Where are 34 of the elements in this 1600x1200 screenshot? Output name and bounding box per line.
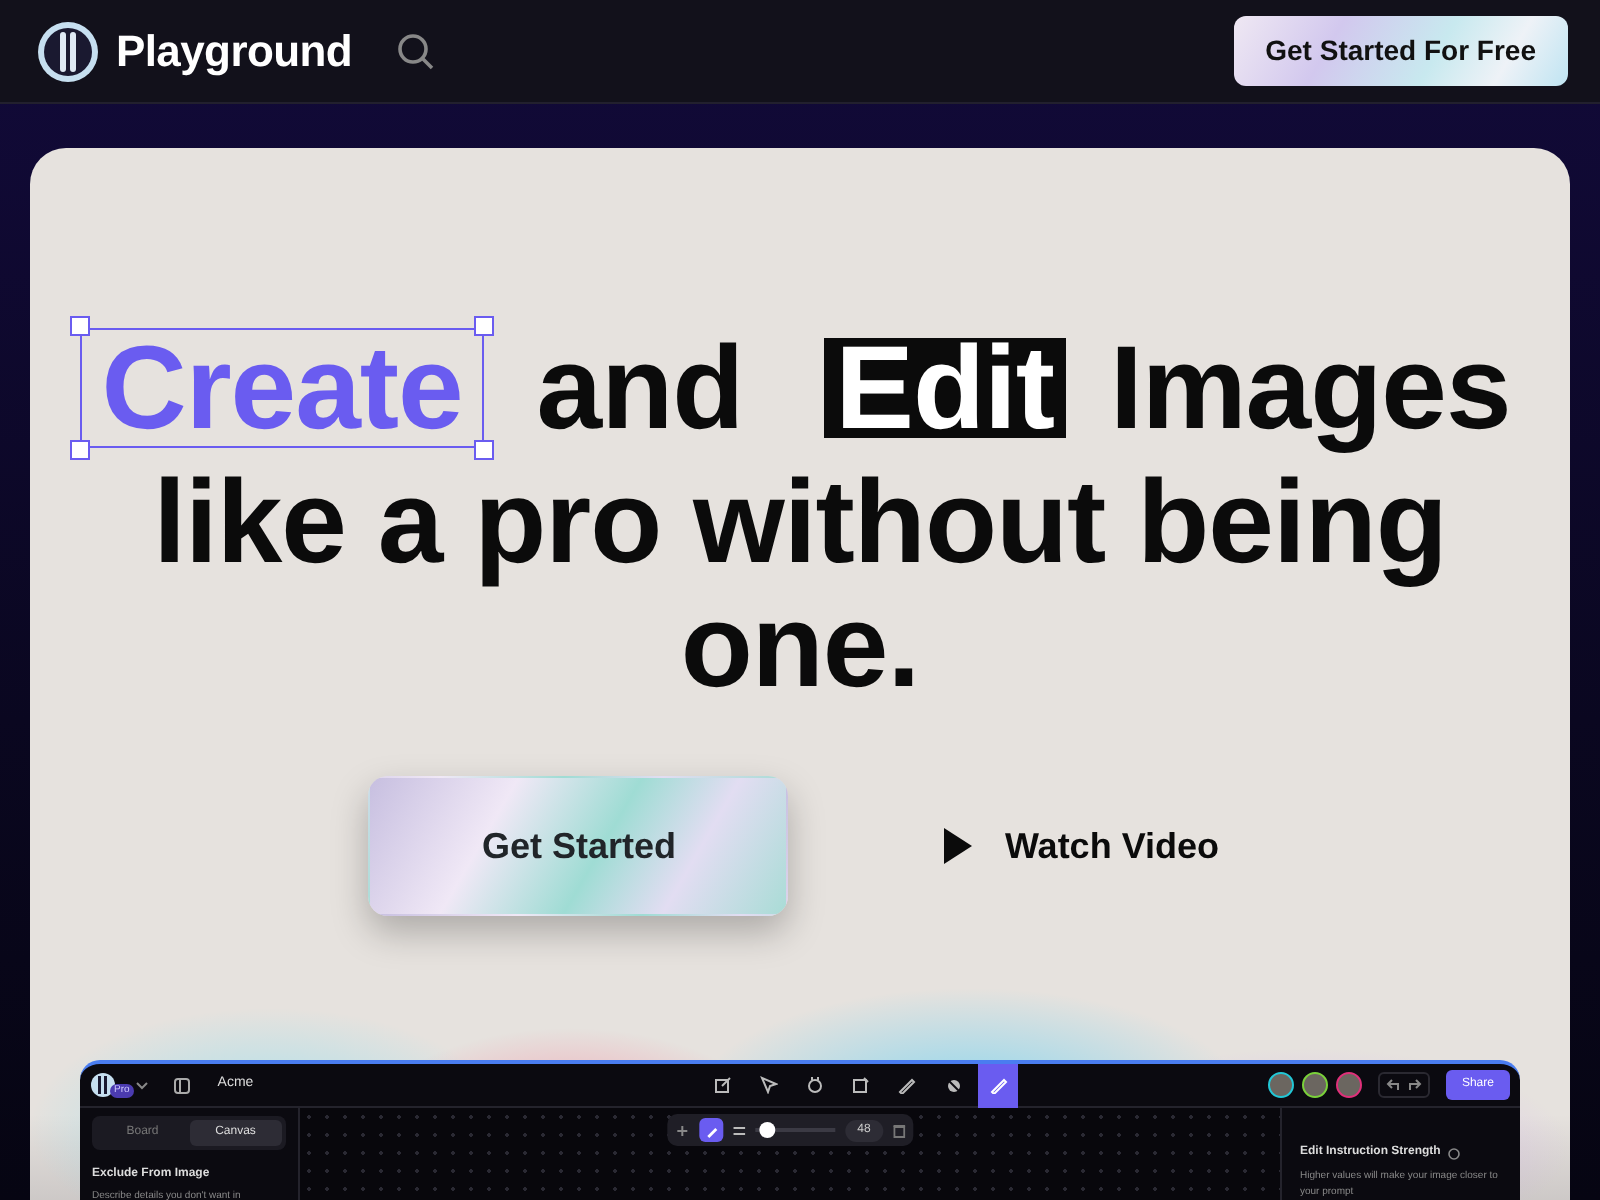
headline-text: like a pro without being one.	[151, 460, 1449, 708]
get-started-free-button[interactable]: Get Started For Free	[1233, 16, 1568, 86]
undo-icon[interactable]	[1385, 1078, 1400, 1092]
logo-icon	[90, 1072, 116, 1098]
pointer-icon	[759, 1076, 778, 1094]
caret-icon[interactable]	[133, 1079, 150, 1091]
resize-handle[interactable]	[474, 440, 495, 460]
headline-word: Create	[101, 322, 463, 454]
lines-icon	[733, 1125, 746, 1135]
play-icon	[944, 828, 973, 864]
brush-button[interactable]	[699, 1118, 724, 1142]
get-started-button[interactable]: Get Started	[368, 776, 789, 916]
resize-handle[interactable]	[474, 316, 495, 336]
resize-handle[interactable]	[69, 440, 90, 460]
resize-handle[interactable]	[69, 316, 90, 336]
tool-button[interactable]	[978, 1064, 1019, 1107]
pencil-icon	[897, 1076, 916, 1094]
watch-video-button[interactable]: Watch Video	[932, 817, 1231, 875]
brush-icon	[704, 1123, 719, 1137]
export-icon	[713, 1076, 732, 1094]
headline-text: Images	[1109, 322, 1511, 454]
frame-icon	[851, 1076, 870, 1094]
slider-thumb[interactable]	[759, 1122, 776, 1138]
trash-icon[interactable]	[892, 1123, 905, 1137]
headline-text: and	[536, 322, 744, 454]
logo-icon	[36, 19, 100, 83]
highlighted-word: Edit	[823, 338, 1067, 438]
search-icon[interactable]	[396, 31, 437, 71]
sidebar-icon[interactable]	[173, 1077, 190, 1093]
selection-frame[interactable]: Create	[79, 328, 485, 448]
brush-icon	[989, 1076, 1008, 1094]
brand-name[interactable]: Playground	[116, 18, 353, 84]
redo-icon[interactable]	[1407, 1078, 1422, 1092]
help-icon[interactable]	[1448, 1147, 1461, 1159]
